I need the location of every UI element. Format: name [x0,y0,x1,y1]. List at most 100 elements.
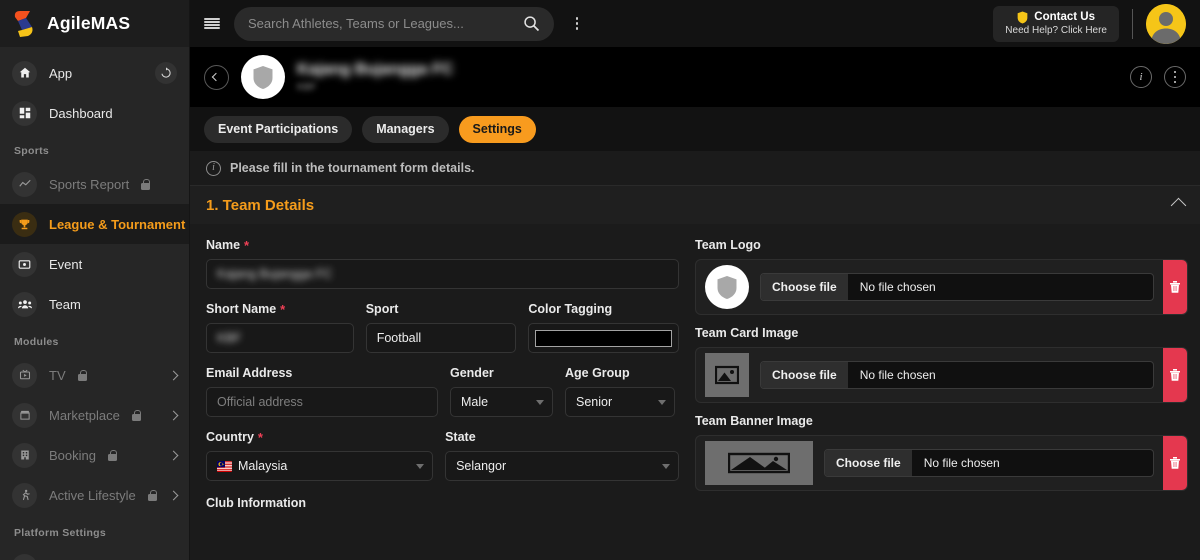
back-button[interactable] [204,64,229,90]
required-marker: * [244,237,250,253]
upload-team-card-image: Team Card Image Choose file No file chos… [695,326,1188,403]
form-left-column: Name * Kajang Bujangga FC Short Name * K… [190,224,695,560]
color-tagging-picker[interactable] [528,323,679,353]
field-group-age-group: Age Group Senior [565,366,675,417]
delete-team-logo-button[interactable] [1163,260,1187,314]
choose-file-button[interactable]: Choose file [761,274,848,300]
field-group-color-tagging: Color Tagging [528,302,679,353]
sidebar-item-label: TV [49,367,66,383]
chevron-right-icon [168,490,179,500]
search-box[interactable] [234,6,554,41]
chevron-right-icon [168,370,179,380]
contact-us-button[interactable]: Contact Us Need Help? Click Here [993,5,1119,42]
building-icon [12,442,37,468]
tab-settings[interactable]: Settings [458,115,536,143]
gender-select[interactable]: Male [450,387,553,417]
notice-banner: i Please fill in the tournament form det… [190,151,1200,185]
field-group-short-name: Short Name * KBF [206,302,354,353]
country-value: Malaysia [238,459,288,473]
field-label: Short Name * [206,302,354,316]
short-name-input[interactable]: KBF [206,323,354,353]
contact-title: Contact Us [1034,11,1095,23]
sidebar-item-sports-report[interactable]: Sports Report [0,164,189,204]
field-label-text: Country [206,430,254,444]
shield-icon [252,65,274,90]
sport-input-value: Football [376,331,422,345]
sidebar-section-platform-settings: Platform Settings [14,527,107,539]
field-label: Team Banner Image [695,414,1188,428]
grid-icon [12,100,37,126]
form-right-column: Team Logo Choose file No file chosen Tea… [695,224,1200,560]
email-placeholder: Official address [217,395,303,409]
field-label: Gender [450,366,553,380]
name-input[interactable]: Kajang Bujangga FC [206,259,679,289]
country-select[interactable]: Malaysia [206,451,434,481]
field-label-text: Sport [365,302,399,316]
upload-inner: Choose file No file chosen [696,260,1163,314]
field-label: Age Group [565,366,675,380]
tab-event-participations[interactable]: Event Participations [204,115,353,143]
sport-input[interactable]: Football [365,323,517,353]
sidebar-item-label: Sports Report [49,176,130,192]
lock-icon [147,489,157,501]
required-marker: * [257,429,263,445]
choose-file-button[interactable]: Choose file [825,450,912,476]
trend-icon [12,171,37,197]
field-label-text: Team Card Image [695,326,799,340]
sidebar-item-dashboard[interactable]: Dashboard [0,93,189,133]
trophy-icon [12,211,37,237]
info-icon[interactable]: i [1130,66,1152,88]
sidebar-item-active-lifestyle[interactable]: Active Lifestyle [0,475,189,515]
state-select[interactable]: Selangor [445,451,679,481]
section-header-team-details[interactable]: 1. Team Details [190,185,1200,224]
sidebar-section-sports: Sports [14,145,50,157]
file-input-team-banner-image[interactable]: Choose file No file chosen [824,449,1154,477]
short-name-input-value: KBF [217,331,242,345]
shield-icon [705,265,749,309]
file-status: No file chosen [859,280,936,294]
sidebar-item-tv[interactable]: TV [0,355,189,395]
upload-shell: Choose file No file chosen [695,347,1188,403]
sidebar-item-marketplace[interactable]: Marketplace [0,395,189,435]
image-placeholder-icon [705,353,749,397]
shield-icon [1017,11,1028,24]
dots-vertical-icon[interactable] [1164,66,1186,88]
sidebar-item-event[interactable]: Event [0,244,189,284]
chevron-down-icon [662,464,670,469]
notice-text: Please fill in the tournament form detai… [230,161,475,175]
tab-managers[interactable]: Managers [362,115,449,143]
choose-file-button[interactable]: Choose file [761,362,848,388]
field-label: Sport [366,302,517,316]
dots-glyph [1169,70,1181,84]
sidebar-item-label: Team [49,296,81,312]
sidebar-section-modules: Modules [14,336,59,348]
sidebar-item-platform-report[interactable]: Platform Report [0,546,189,560]
hamburger-icon[interactable] [204,17,220,30]
chevron-up-icon[interactable] [1170,197,1187,213]
top-bar-right: Contact Us Need Help? Click Here [993,3,1186,44]
field-label-text: Email Address [206,366,293,380]
field-group-country: Country * Malaysia [206,429,434,481]
sync-icon[interactable] [155,62,177,84]
delete-team-banner-image-button[interactable] [1163,436,1187,490]
sidebar-item-app[interactable]: App [0,53,189,93]
field-group-gender: Gender Male [450,366,553,417]
trash-icon [1170,369,1180,381]
contact-row: Contact Us [1017,11,1095,24]
color-swatch[interactable] [535,329,672,347]
sidebar-item-booking[interactable]: Booking [0,435,189,475]
email-field[interactable]: Official address [206,387,438,417]
field-label-text: Short Name [206,302,277,316]
delete-team-card-image-button[interactable] [1163,348,1187,402]
dots-vertical-icon[interactable] [568,17,586,30]
file-input-team-card-image[interactable]: Choose file No file chosen [760,361,1154,389]
sidebar-item-label: Dashboard [49,105,113,121]
avatar[interactable] [1146,3,1186,44]
sidebar-item-team[interactable]: Team [0,284,189,324]
sidebar-item-league-tournament[interactable]: League & Tournament [0,204,189,244]
search-input[interactable] [248,16,523,31]
search-icon[interactable] [523,15,540,32]
age-group-select[interactable]: Senior [565,387,675,417]
file-input-team-logo[interactable]: Choose file No file chosen [760,273,1154,301]
trash-icon [1170,457,1180,469]
